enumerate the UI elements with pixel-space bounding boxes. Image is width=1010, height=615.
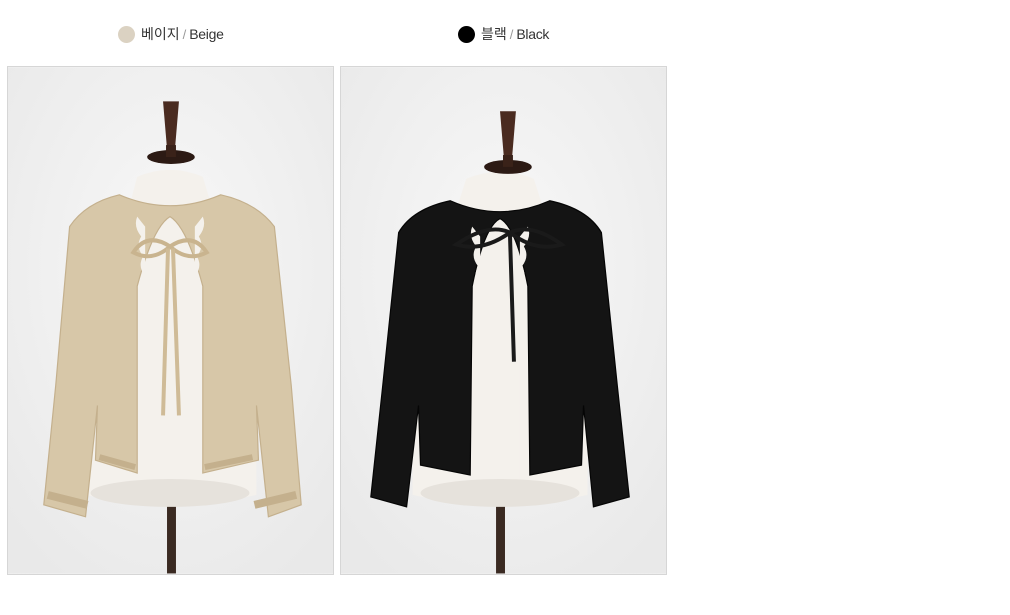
color-option-black-label: 블랙 / Black	[458, 22, 549, 46]
color-name-english: Beige	[189, 26, 224, 42]
black-swatch-icon	[458, 25, 475, 43]
label-separator: /	[182, 26, 187, 42]
color-name-korean: 베이지	[141, 26, 180, 42]
beige-swatch-icon	[118, 25, 135, 43]
color-name-english: Black	[516, 26, 550, 42]
product-photo-beige	[7, 66, 334, 575]
product-photo-black	[340, 66, 667, 575]
color-name-korean: 블랙	[481, 26, 507, 42]
color-option-beige-label: 베이지 / Beige	[118, 22, 224, 46]
label-separator: /	[509, 26, 514, 42]
